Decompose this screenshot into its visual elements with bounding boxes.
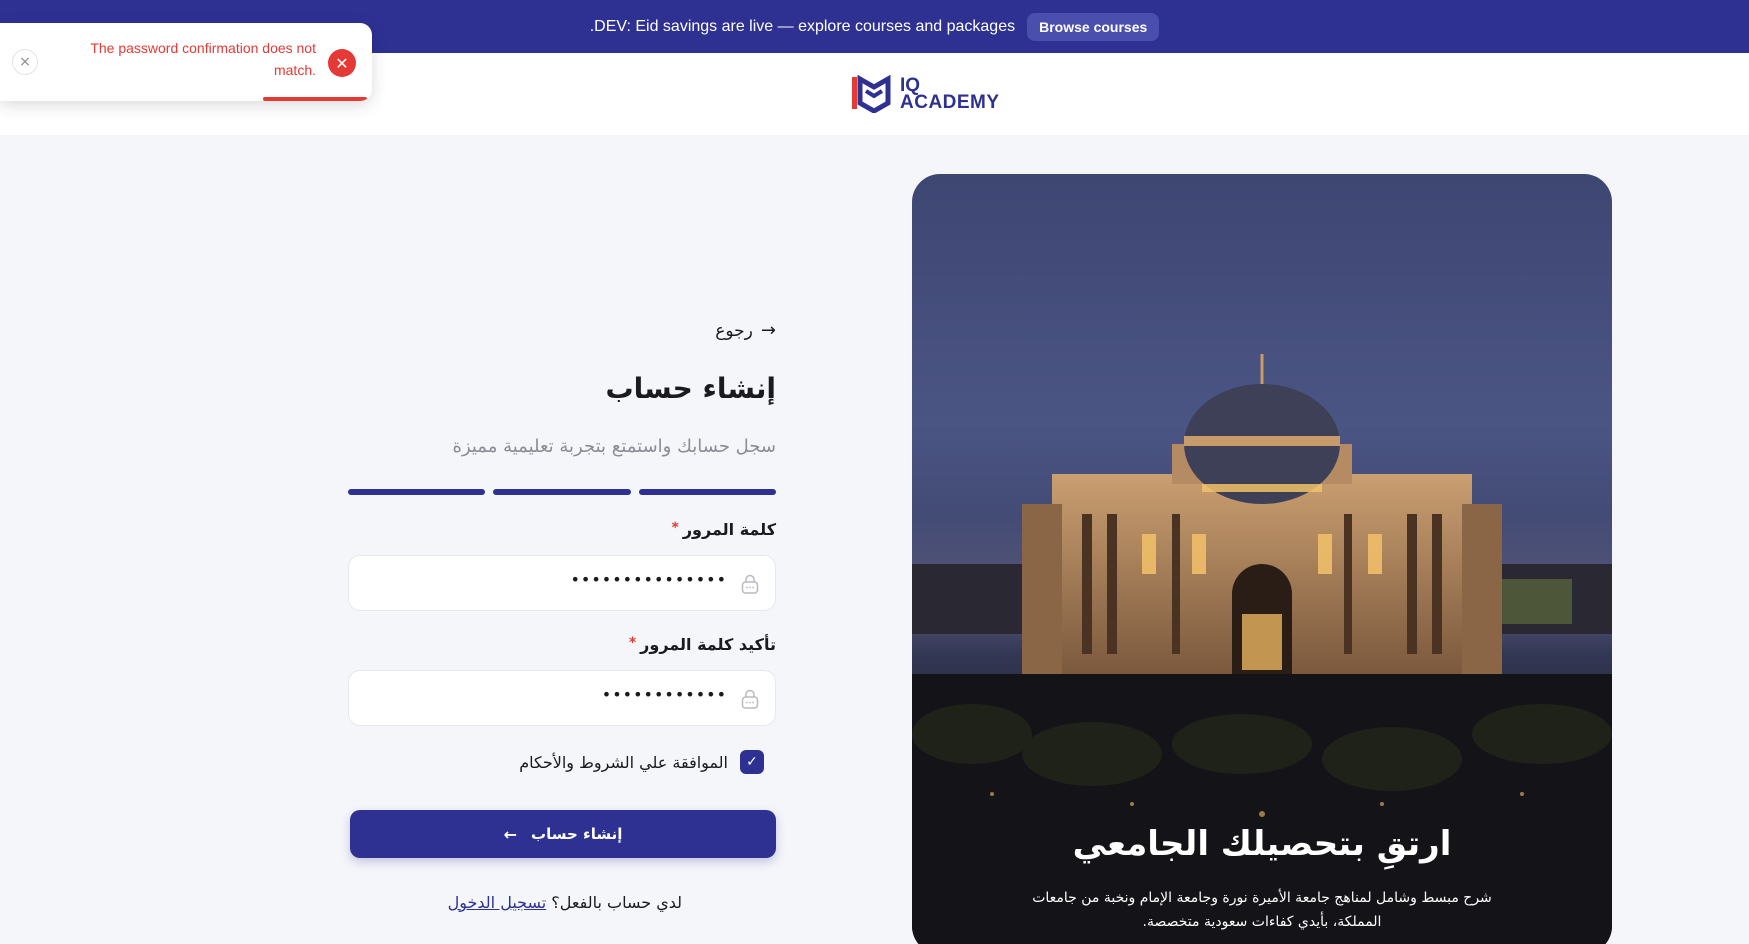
toast-close-icon[interactable]: ×: [12, 49, 38, 75]
hero-description: شرح مبسط وشامل لمناهج جامعة الأميرة نورة…: [1032, 890, 1492, 930]
required-marker: *: [628, 635, 637, 651]
browse-courses-button[interactable]: Browse courses: [1027, 12, 1160, 41]
confirm-password-field[interactable]: [348, 670, 776, 726]
create-account-label: إنشاء حساب: [531, 825, 623, 843]
password-label-text: كلمة المرور: [682, 520, 776, 539]
back-label: رجوع: [715, 320, 753, 341]
arrow-left-icon: ←: [503, 824, 518, 844]
confirm-password-label-text: تأكيد كلمة المرور: [640, 635, 776, 654]
checkmark-icon[interactable]: ✓: [740, 750, 764, 774]
hero-image-panel: ارتقِ بتحصيلك الجامعي شرح مبسط وشامل لمن…: [912, 174, 1612, 944]
create-account-button[interactable]: إنشاء حساب ←: [350, 810, 776, 858]
hero-title: ارتقِ بتحصيلك الجامعي: [1072, 824, 1452, 864]
login-prompt-text: لدي حساب بالفعل؟: [551, 893, 682, 912]
page-title: إنشاء حساب: [605, 372, 776, 405]
step-indicator-1: [638, 489, 776, 495]
terms-agreement[interactable]: ✓ الموافقة علي الشروط والأحكام: [519, 750, 764, 774]
iq-academy-logo[interactable]: IQ ACADEMY: [852, 75, 1000, 113]
error-icon: ✕: [328, 49, 356, 77]
lock-icon: [741, 574, 759, 594]
password-field[interactable]: [348, 555, 776, 611]
error-toast: × The password confirmation does not mat…: [0, 23, 372, 101]
logo-text-academy: ACADEMY: [900, 92, 1000, 113]
login-prompt: لدي حساب بالفعل؟ تسجيل الدخول: [448, 893, 682, 912]
arrow-right-icon: →: [760, 320, 776, 341]
logo-mark-icon: [852, 75, 891, 113]
password-input[interactable]: [527, 570, 727, 589]
required-marker: *: [671, 520, 679, 536]
login-link[interactable]: تسجيل الدخول: [448, 893, 547, 912]
confirm-password-label: تأكيد كلمة المرور*: [629, 635, 776, 654]
announcement-message: .DEV: Eid savings are live — explore cou…: [589, 17, 1016, 35]
confirm-password-input[interactable]: [527, 685, 727, 704]
password-label: كلمة المرور*: [672, 520, 777, 539]
step-indicator-3: [348, 489, 486, 495]
step-indicator-2: [493, 489, 631, 495]
page-subtitle: سجل حسابك واستمتع بتجربة تعليمية مميزة: [452, 436, 776, 457]
lock-icon: [741, 689, 759, 709]
terms-label: الموافقة علي الشروط والأحكام: [519, 752, 728, 772]
back-link[interactable]: → رجوع: [715, 320, 776, 341]
step-progress: [348, 489, 776, 495]
toast-message: The password confirmation does not match…: [90, 40, 316, 78]
toast-progress-bar: [263, 97, 367, 101]
